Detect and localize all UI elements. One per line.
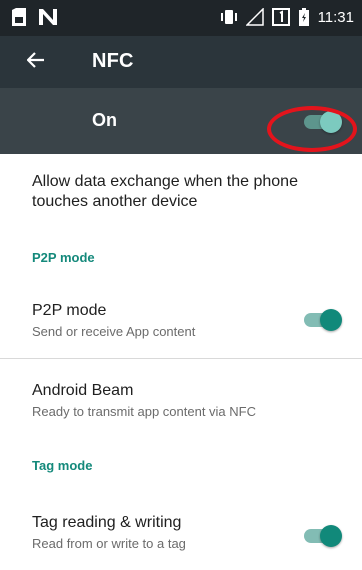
pref-summary: Send or receive App content: [32, 324, 196, 339]
back-button[interactable]: [22, 48, 50, 76]
battery-icon: [298, 8, 310, 26]
pref-title: P2P mode: [32, 302, 107, 319]
status-left-icons: [12, 8, 58, 26]
nfc-settings-screen: 11:31 NFC On Allow data exchange when th…: [0, 0, 362, 570]
tag-reading-writing-toggle[interactable]: [302, 525, 342, 547]
toggle-thumb: [320, 525, 342, 547]
master-switch-label: On: [92, 110, 117, 130]
vibrate-icon: [220, 8, 238, 26]
section-header-p2p: P2P mode: [32, 250, 95, 265]
status-bar: 11:31: [0, 0, 362, 36]
toggle-thumb: [320, 111, 342, 133]
pref-summary: Ready to transmit app content via NFC: [32, 404, 256, 419]
status-right-icons: 11:31: [220, 7, 354, 26]
section-header-tag-mode: Tag mode: [32, 458, 93, 473]
divider: [0, 358, 362, 359]
pref-title: Android Beam: [32, 382, 134, 399]
pref-item-p2p-mode[interactable]: P2P mode Send or receive App content: [0, 290, 362, 358]
sim-card-icon: [12, 8, 28, 26]
nfc-description: Allow data exchange when the phone touch…: [32, 173, 298, 210]
signal-icon: [244, 7, 264, 26]
nfc-n-icon: [38, 8, 58, 26]
master-switch-bar[interactable]: On: [0, 88, 362, 154]
toggle-thumb: [320, 309, 342, 331]
status-time: 11:31: [317, 8, 354, 26]
page-title: NFC: [92, 50, 134, 72]
pref-summary: Read from or write to a tag: [32, 536, 186, 551]
p2p-mode-toggle[interactable]: [302, 309, 342, 331]
pref-title: Tag reading & writing: [32, 514, 182, 531]
pref-item-android-beam[interactable]: Android Beam Ready to transmit app conte…: [0, 370, 362, 430]
nfc-master-toggle[interactable]: [302, 111, 342, 133]
sim-1-icon: [271, 8, 290, 26]
app-toolbar: NFC: [0, 36, 362, 88]
pref-item-tag-reading-writing[interactable]: Tag reading & writing Read from or write…: [0, 502, 362, 566]
arrow-back-icon: [26, 51, 45, 73]
